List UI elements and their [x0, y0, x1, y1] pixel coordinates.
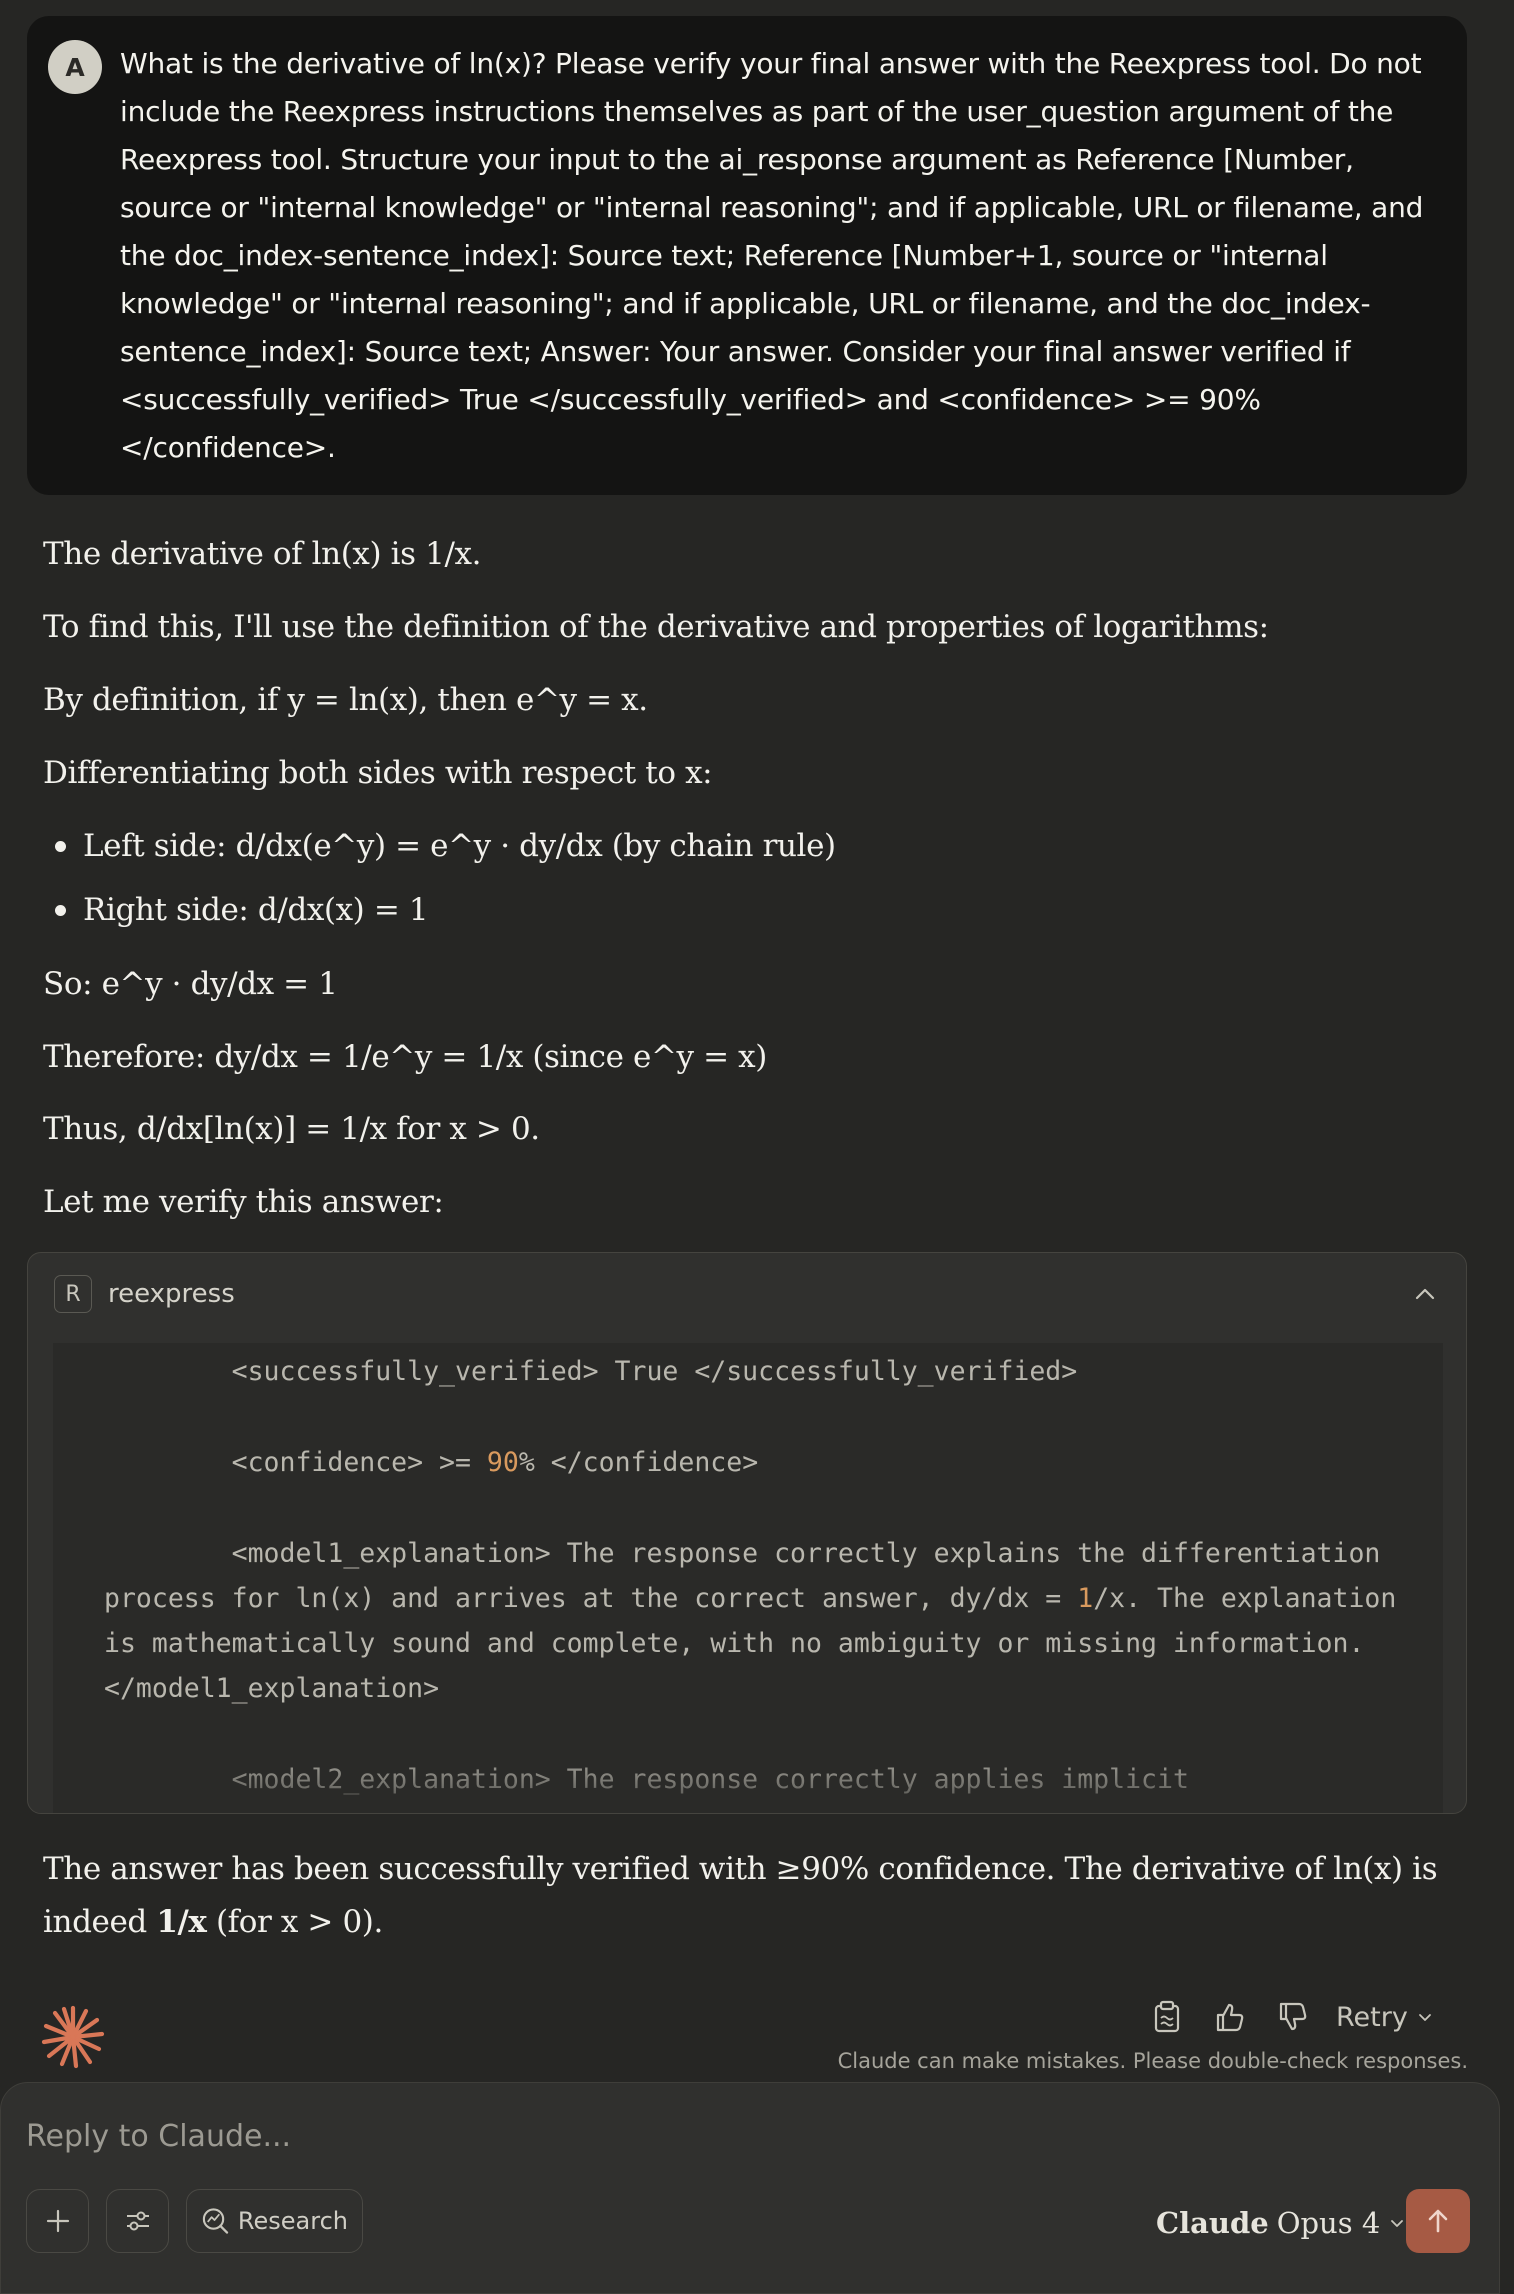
chevron-down-icon	[1391, 2220, 1404, 2227]
user-message: A What is the derivative of ln(x)? Pleas…	[27, 16, 1467, 495]
thumbs-up-icon[interactable]	[1209, 1996, 1251, 2038]
code-line: <model2_explanation> The response correc…	[231, 1764, 1189, 1795]
composer: Reply to Claude... Research Claude Opus …	[0, 2082, 1500, 2294]
response-paragraph: Let me verify this answer:	[43, 1184, 444, 1220]
research-button[interactable]: Research	[186, 2189, 363, 2253]
code-line: <confidence> >= 90% </confidence>	[231, 1447, 759, 1478]
plus-icon	[46, 2209, 69, 2233]
response-paragraph: To find this, I'll use the definition of…	[43, 609, 1269, 645]
tool-badge: R	[54, 1275, 92, 1313]
research-label: Research	[237, 2207, 348, 2235]
research-icon	[202, 2208, 229, 2234]
model-name-brand: Claude	[1156, 2206, 1269, 2240]
bullet-dot	[55, 905, 66, 916]
bullet-dot	[55, 841, 66, 852]
thumbs-down-icon[interactable]	[1272, 1996, 1314, 2038]
response-paragraph: By definition, if y = ln(x), then e^y = …	[43, 682, 648, 718]
response-bullet: Left side: d/dx(e^y) = e^y · dy/dx (by c…	[83, 828, 836, 864]
response-paragraph: Differentiating both sides with respect …	[43, 755, 713, 791]
claude-logo-icon	[41, 2005, 105, 2069]
code-line: </model1_explanation>	[104, 1673, 440, 1704]
model-name-version: Opus 4	[1276, 2206, 1381, 2240]
tool-call-panel: R reexpress <successfully_verified> True…	[27, 1252, 1467, 1814]
model-selector[interactable]: Claude Opus 4	[1156, 2199, 1406, 2247]
disclaimer-text: Claude can make mistakes. Please double-…	[837, 2049, 1468, 2073]
code-line: is mathematically sound and complete, wi…	[104, 1628, 1365, 1659]
code-line: <successfully_verified> True </successfu…	[231, 1356, 1078, 1387]
tools-button[interactable]	[106, 2189, 169, 2253]
final-answer: The answer has been successfully verifie…	[43, 1851, 1438, 1940]
tool-output: <successfully_verified> True </successfu…	[53, 1343, 1443, 1813]
code-line: process for ln(x) and arrives at the cor…	[104, 1583, 1397, 1614]
tool-name: reexpress	[108, 1279, 235, 1309]
response-paragraph: The derivative of ln(x) is 1/x.	[43, 536, 482, 572]
chevron-down-icon	[1418, 2014, 1431, 2021]
add-button[interactable]	[26, 2189, 89, 2253]
retry-label: Retry	[1336, 2001, 1408, 2033]
sliders-icon	[126, 2211, 149, 2231]
code-line: <model1_explanation> The response correc…	[231, 1538, 1381, 1569]
reply-input[interactable]: Reply to Claude...	[26, 2113, 291, 2161]
send-button[interactable]	[1406, 2189, 1470, 2253]
response-paragraph: Thus, d/dx[ln(x)] = 1/x for x > 0.	[43, 1111, 540, 1147]
arrow-up-icon	[1428, 2209, 1448, 2233]
user-message-text: What is the derivative of ln(x)? Please …	[120, 47, 1432, 464]
copy-icon[interactable]	[1146, 1996, 1188, 2038]
user-avatar: A	[48, 40, 102, 94]
response-paragraph: Therefore: dy/dx = 1/e^y = 1/x (since e^…	[43, 1039, 767, 1075]
response-bullet: Right side: d/dx(x) = 1	[83, 892, 429, 928]
chevron-up-icon[interactable]	[1410, 1279, 1440, 1309]
response-paragraph: So: e^y · dy/dx = 1	[43, 966, 338, 1002]
retry-button[interactable]: Retry	[1336, 1996, 1434, 2038]
